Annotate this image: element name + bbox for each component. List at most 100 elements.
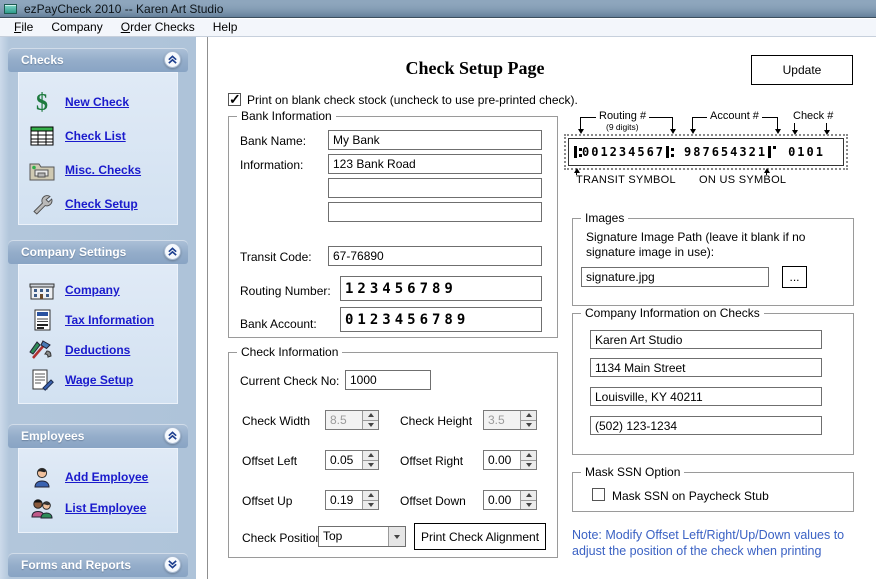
group-label: Company Information on Checks [581, 306, 764, 320]
sidebar-link-label[interactable]: Misc. Checks [65, 163, 141, 177]
stepper-up-button[interactable] [521, 491, 536, 501]
current-check-no-input[interactable] [345, 370, 431, 390]
stepper-up-button[interactable] [521, 451, 536, 461]
collapse-chevron-icon[interactable] [164, 51, 181, 68]
stepper-value: 0.19 [326, 491, 362, 509]
company-name-input[interactable] [590, 330, 822, 349]
sidebar-item-check-list[interactable]: Check List [19, 119, 177, 153]
check-width-label: Check Width [242, 414, 310, 428]
collapse-chevron-icon[interactable] [164, 243, 181, 260]
sidebar-link-label[interactable]: New Check [65, 95, 129, 109]
stepper-up-button[interactable] [363, 491, 378, 501]
menu-help[interactable]: Help [204, 19, 247, 36]
sidebar-item-wage-setup[interactable]: Wage Setup [19, 365, 177, 395]
sidebar-section-employees[interactable]: Employees [8, 424, 188, 448]
sidebar-item-company[interactable]: Company [19, 275, 177, 305]
stepper-up-button [521, 411, 536, 421]
browse-button[interactable]: ... [782, 266, 807, 288]
sidebar-link-label[interactable]: Company [65, 283, 120, 297]
sidebar-item-misc-checks[interactable]: Misc. Checks [19, 153, 177, 187]
company-phone-input[interactable] [590, 416, 822, 435]
check-width-stepper: 8.5 [325, 410, 379, 430]
check-position-label: Check Position [242, 531, 322, 545]
routing-sublabel: (9 digits) [603, 122, 642, 132]
sidebar-panel-employees: Add Employee List Employee [18, 448, 178, 533]
mask-ssn-checkbox[interactable] [592, 488, 605, 501]
routing-number-label: Routing Number: [240, 284, 331, 298]
sidebar-link-label[interactable]: Wage Setup [65, 373, 133, 387]
sidebar-link-label[interactable]: Deductions [65, 343, 130, 357]
sidebar-section-forms-reports[interactable]: Forms and Reports [8, 553, 188, 577]
stepper-value: 0.00 [484, 451, 520, 469]
signature-path-input[interactable] [581, 267, 769, 287]
sidebar-item-add-employee[interactable]: Add Employee [19, 461, 177, 492]
building-icon [19, 279, 65, 301]
onus-symbol-label: ON US SYMBOL [699, 174, 786, 186]
current-check-no-label: Current Check No: [240, 374, 339, 388]
mask-ssn-label: Mask SSN on Paycheck Stub [612, 489, 769, 503]
menu-file[interactable]: File [5, 19, 42, 36]
sidebar-link-label[interactable]: List Employee [65, 501, 146, 515]
stepper-down-button[interactable] [521, 461, 536, 470]
tax-form-icon [19, 308, 65, 332]
svg-text:$: $ [36, 90, 48, 115]
micr-account-digits: 987654321 [684, 145, 767, 159]
transit-symbol-label: TRANSIT SYMBOL [576, 174, 676, 186]
sidebar-item-list-employee[interactable]: List Employee [19, 492, 177, 523]
sidebar-panel-checks: $ New Check Check List Misc. Checks [18, 72, 178, 225]
group-label: Check Information [237, 345, 342, 359]
sidebar-section-checks[interactable]: Checks [8, 48, 188, 72]
sidebar-panel-company-settings: Company Tax Information Deductions Wage … [18, 264, 178, 404]
offset-right-stepper[interactable]: 0.00 [483, 450, 537, 470]
sidebar-link-label[interactable]: Check Setup [65, 197, 138, 211]
bank-account-label: Bank Account: [240, 317, 317, 331]
sidebar-link-label[interactable]: Tax Information [65, 313, 154, 327]
offset-up-stepper[interactable]: 0.19 [325, 490, 379, 510]
bank-information-input[interactable] [328, 154, 542, 174]
wage-document-icon [19, 368, 65, 392]
bank-information-input-2[interactable] [328, 178, 542, 198]
section-title: Company Settings [21, 245, 126, 259]
sidebar-item-deductions[interactable]: Deductions [19, 335, 177, 365]
transit-code-label: Transit Code: [240, 250, 312, 264]
update-button[interactable]: Update [751, 55, 853, 85]
tools-icon [19, 338, 65, 362]
menu-company[interactable]: Company [42, 19, 111, 36]
sidebar-item-new-check[interactable]: $ New Check [19, 85, 177, 119]
offset-down-stepper[interactable]: 0.00 [483, 490, 537, 510]
bank-information-input-3[interactable] [328, 202, 542, 222]
company-city-input[interactable] [590, 387, 822, 406]
menu-order-checks[interactable]: Order Checks [112, 19, 204, 36]
stepper-down-button [363, 421, 378, 430]
bank-name-input[interactable] [328, 130, 542, 150]
sidebar-link-label[interactable]: Add Employee [65, 470, 148, 484]
sidebar-item-tax-information[interactable]: Tax Information [19, 305, 177, 335]
stepper-up-button[interactable] [363, 451, 378, 461]
expand-chevron-icon[interactable] [164, 556, 181, 573]
print-check-alignment-button[interactable]: Print Check Alignment [414, 523, 546, 550]
dollar-icon: $ [19, 89, 65, 115]
chevron-down-icon[interactable] [388, 527, 405, 546]
check-position-select[interactable]: Top [318, 526, 406, 547]
people-icon [19, 497, 65, 519]
signature-path-label: Signature Image Path (leave it blank if … [586, 230, 838, 260]
sidebar-section-company-settings[interactable]: Company Settings [8, 240, 188, 264]
micr-check-digits: 0101 [788, 145, 825, 159]
sidebar-item-check-setup[interactable]: Check Setup [19, 187, 177, 221]
folder-printer-icon [19, 158, 65, 182]
bank-account-input[interactable] [340, 307, 542, 332]
stepper-value: 3.5 [484, 411, 520, 429]
section-title: Forms and Reports [21, 558, 131, 572]
stepper-down-button[interactable] [521, 501, 536, 510]
menubar: File Company Order Checks Help [0, 19, 876, 37]
transit-code-input[interactable] [328, 246, 542, 266]
sidebar-link-label[interactable]: Check List [65, 129, 126, 143]
stepper-down-button[interactable] [363, 461, 378, 470]
routing-number-input[interactable] [340, 276, 542, 301]
print-blank-stock-checkbox[interactable] [228, 93, 241, 106]
collapse-chevron-icon[interactable] [164, 427, 181, 444]
offset-left-stepper[interactable]: 0.05 [325, 450, 379, 470]
stepper-down-button[interactable] [363, 501, 378, 510]
company-street-input[interactable] [590, 358, 822, 377]
wrench-icon [19, 192, 65, 216]
